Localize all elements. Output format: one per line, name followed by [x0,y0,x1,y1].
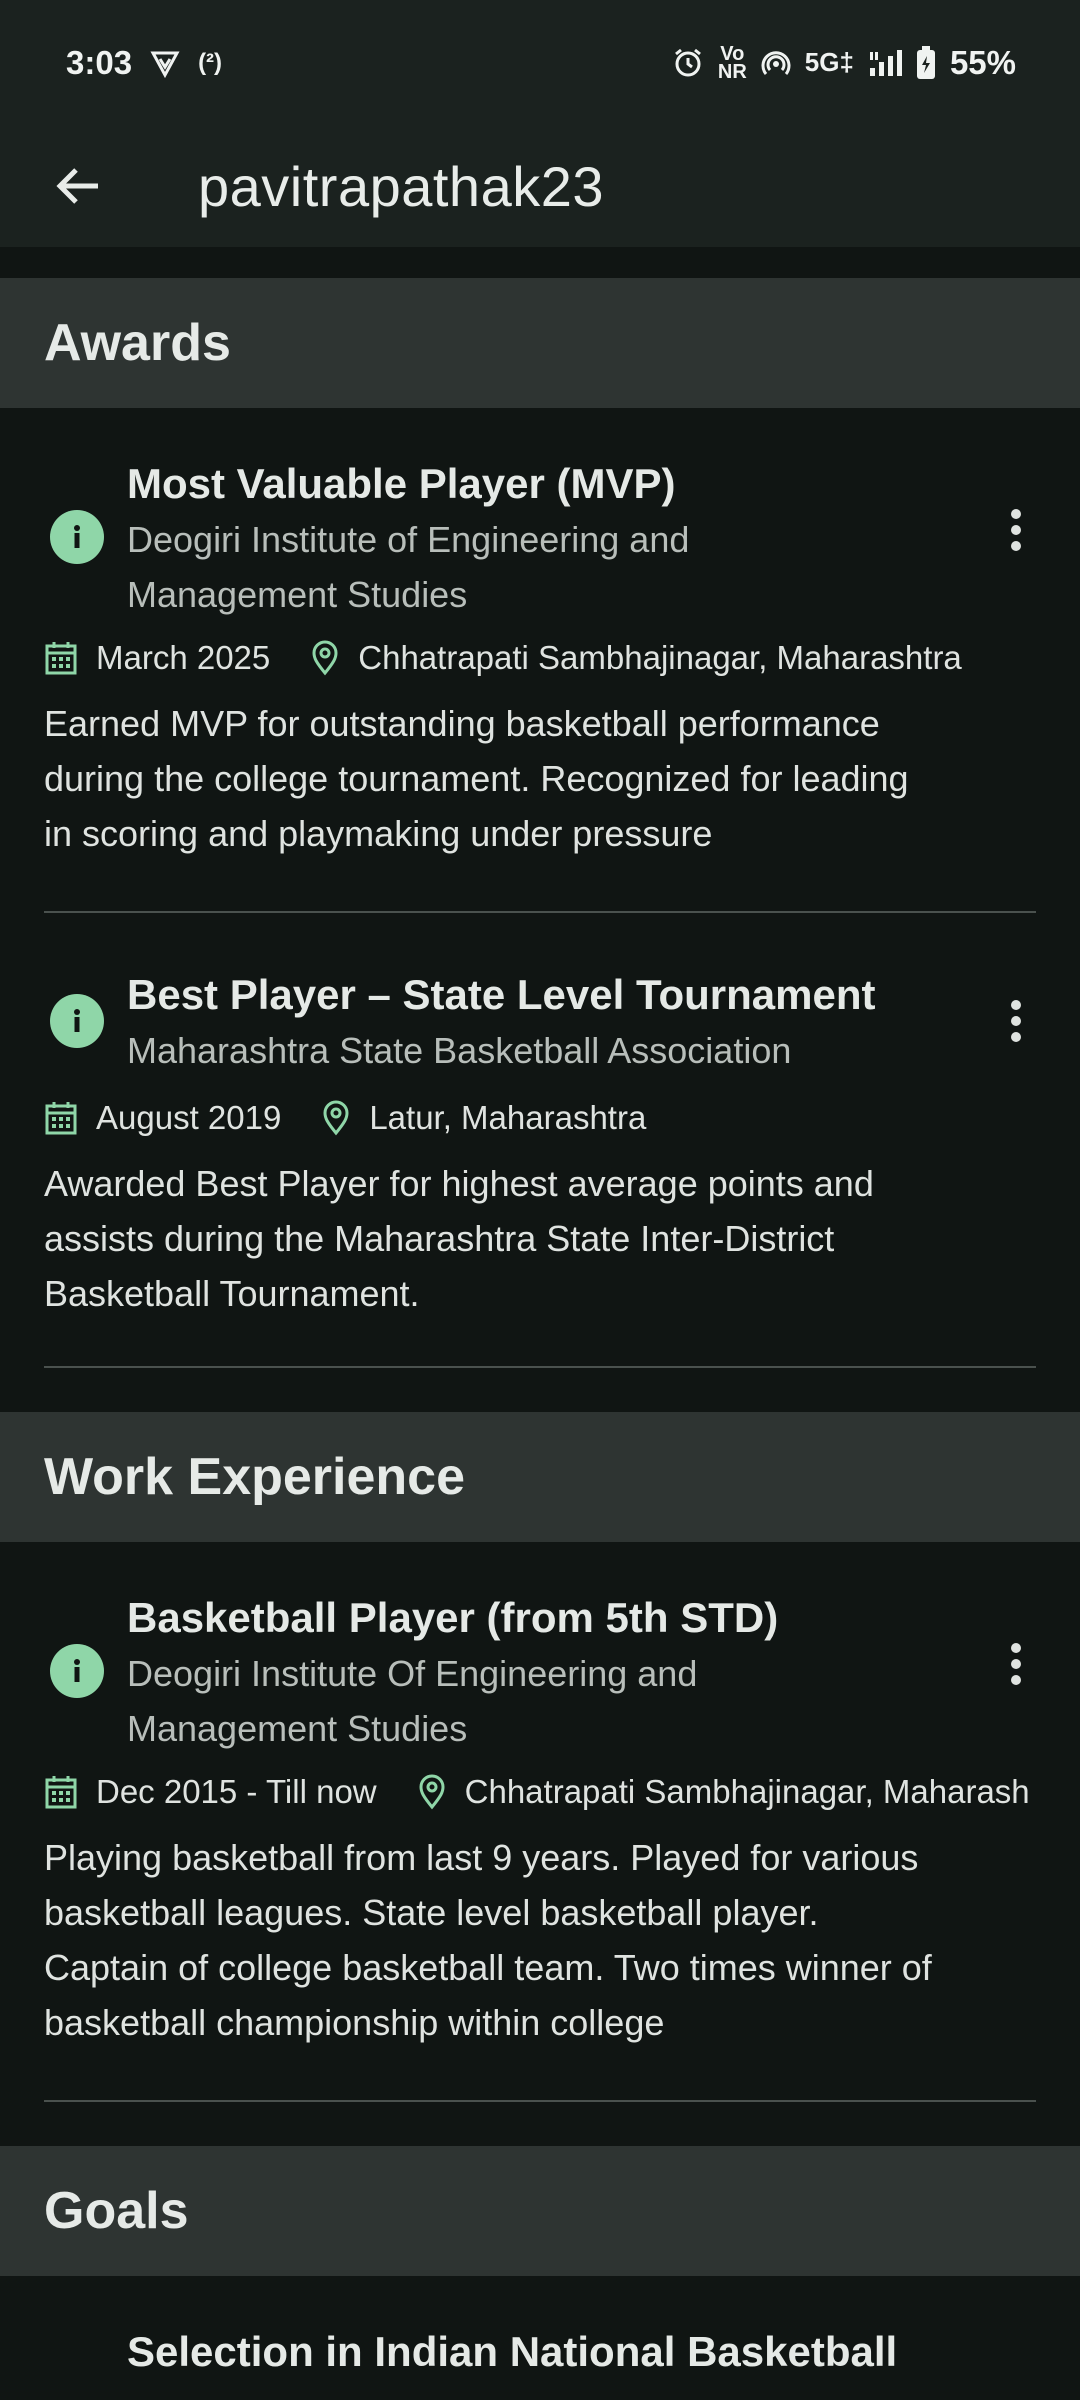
work-item-top: Basketball Player (from 5th STD) Deogiri… [44,1590,1036,1756]
status-bar: 3:03 (²) Vo NR 5G‡ 55% [0,0,1080,125]
hotspot-icon [761,48,791,78]
profile-content[interactable]: Awards Most Valuable Player (MVP) Deogir… [0,278,1080,2380]
award-org-line1: Maharashtra State Basketball Association [127,1030,792,1071]
location-pin-icon [417,1774,447,1810]
desc-line: assists during the Maharashtra State Int… [44,1218,835,1259]
desc-line: Basketball Tournament. [44,1273,420,1314]
status-right: Vo NR 5G‡ 55% [672,44,1016,82]
goal-item: Selection in Indian National Basketball [0,2276,1080,2380]
award-description: Awarded Best Player for highest average … [44,1156,1036,1321]
clock: 3:03 [66,43,133,81]
award-item: Best Player – State Level Tournament Mah… [0,913,1080,1368]
award-location: Chhatrapati Sambhajinagar, Maharashtra [358,639,962,676]
desc-line: Playing basketball from last 9 years. Pl… [44,1837,919,1878]
work-description: Playing basketball from last 9 years. Pl… [44,1830,1036,2050]
battery-level: 55% [949,43,1016,81]
calendar-icon [44,640,78,676]
goal-title: Selection in Indian National Basketball [127,2328,898,2375]
award-location: Latur, Maharashtra [369,1099,647,1136]
info-icon [50,510,104,564]
award-meta: August 2019 Latur, Maharashtra [44,1088,1036,1148]
more-options-button[interactable] [986,981,1046,1061]
volte-bottom: NR [717,60,747,83]
divider [44,2100,1036,2102]
volte-indicator: Vo NR [717,44,747,83]
section-header-goals: Goals [0,2146,1080,2276]
desc-line: basketball leagues. State level basketba… [44,1892,819,1933]
award-item: Most Valuable Player (MVP) Deogiri Insti… [0,408,1080,913]
desc-line: Earned MVP for outstanding basketball pe… [44,703,880,744]
location-pin-icon [321,1100,351,1136]
section-header-awards: Awards [0,278,1080,408]
award-title: Most Valuable Player (MVP) [127,460,676,507]
award-date: March 2025 [96,639,271,676]
info-icon [50,1644,104,1698]
desc-line: Captain of college basketball team. Two … [44,1947,932,1988]
goal-item-top: Selection in Indian National Basketball [44,2324,1036,2380]
back-button[interactable] [38,146,118,226]
work-meta: Dec 2015 - Till now Chhatrapati Sambhaji… [44,1762,1080,1822]
more-options-button[interactable] [986,490,1046,570]
more-vert-icon [1011,1643,1021,1685]
alarm-icon [672,47,704,79]
network-type: 5G‡ [804,47,854,77]
award-date: August 2019 [96,1099,282,1136]
work-date: Dec 2015 - Till now [96,1773,377,1810]
work-org-line2: Management Studies [127,1708,468,1749]
divider [44,1366,1036,1368]
calendar-icon [44,1774,78,1810]
award-title: Best Player – State Level Tournament [127,971,876,1018]
location-pin-icon [310,640,340,676]
work-title: Basketball Player (from 5th STD) [127,1594,779,1641]
arrow-back-icon [56,168,98,204]
award-description: Earned MVP for outstanding basketball pe… [44,696,1036,861]
info-icon [50,994,104,1048]
app-bar: pavitrapathak23 [0,125,1080,247]
work-location: Chhatrapati Sambhajinagar, Maharash [464,1773,1030,1810]
desc-line: basketball championship within college [44,2002,665,2043]
award-org-line1: Deogiri Institute of Engineering and [127,519,690,560]
desc-line: during the college tournament. Recognize… [44,758,909,799]
vpn-shield-icon [150,48,180,78]
award-meta: March 2025 Chhatrapati Sambhajinagar, Ma… [44,628,1036,688]
award-item-top: Best Player – State Level Tournament Mah… [44,967,1036,1078]
more-options-button[interactable] [986,1624,1046,1704]
calendar-icon [44,1100,78,1136]
status-left: 3:03 (²) [66,44,222,82]
signal-icon [868,48,902,78]
award-org-line2: Management Studies [127,574,468,615]
work-org-line1: Deogiri Institute Of Engineering and [127,1653,698,1694]
award-item-top: Most Valuable Player (MVP) Deogiri Insti… [44,456,1036,622]
more-vert-icon [1011,1000,1021,1042]
work-item: Basketball Player (from 5th STD) Deogiri… [0,1542,1080,2102]
desc-line: in scoring and playmaking under pressure [44,813,713,854]
wifi-calling-icon: (²) [198,48,223,76]
more-vert-icon [1011,509,1021,551]
page-title: pavitrapathak23 [198,154,605,218]
section-header-work-experience: Work Experience [0,1412,1080,1542]
desc-line: Awarded Best Player for highest average … [44,1163,874,1204]
battery-icon [916,45,936,80]
